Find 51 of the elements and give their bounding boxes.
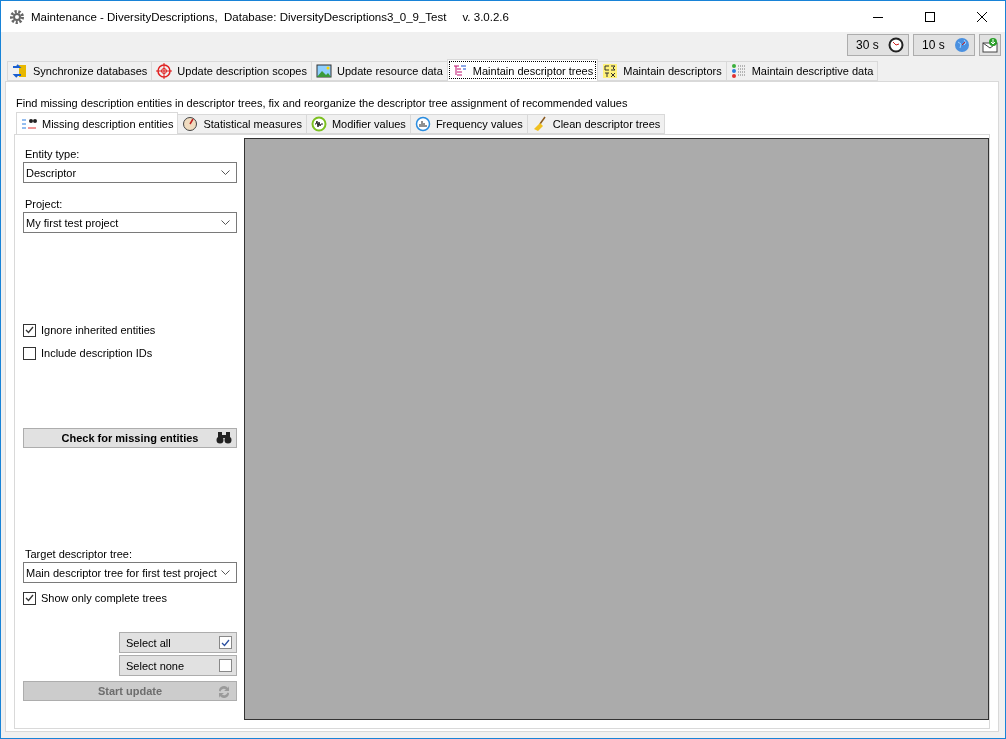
- tab[interactable]: Frequency values: [409, 114, 528, 134]
- tab[interactable]: Update description scopes: [151, 61, 312, 81]
- checkbox-label: Show only complete trees: [41, 592, 167, 604]
- description-text: Find missing description entities in descriptor trees, fix and reorganize the descriptor tree assignment of recommended values: [15, 96, 629, 111]
- field-label: Project:: [25, 198, 64, 210]
- clock-icon: [888, 36, 904, 53]
- mail-button[interactable]: [979, 33, 1001, 56]
- picture-icon: [316, 63, 332, 79]
- symbols-icon: [602, 63, 619, 79]
- check-button[interactable]: Check for missing entities: [23, 428, 237, 448]
- tab[interactable]: Clean descriptor trees: [526, 114, 666, 134]
- dropdown[interactable]: My first test project: [23, 212, 237, 233]
- version-text: v. 3.0.2.6: [462, 10, 509, 23]
- tab[interactable]: Update resource data: [311, 61, 448, 81]
- maximize-icon: [925, 11, 935, 22]
- chevron-down-icon: [221, 570, 230, 575]
- tab[interactable]: Synchronize databases: [7, 61, 153, 81]
- wave-icon: [310, 116, 327, 132]
- tab[interactable]: Modifier values: [305, 114, 411, 134]
- checkbox[interactable]: [23, 346, 36, 360]
- select-button[interactable]: Select none: [119, 655, 237, 676]
- tab[interactable]: Missing description entities: [16, 112, 179, 134]
- gear-icon: [9, 8, 25, 25]
- bar-chart-icon: [414, 116, 431, 132]
- chevron-down-icon: [221, 170, 230, 175]
- tree-icon: [451, 62, 468, 79]
- tab[interactable]: Maintain descriptors: [597, 61, 727, 81]
- checkbox[interactable]: [23, 591, 36, 605]
- target-icon: [156, 63, 173, 79]
- checkbox[interactable]: [23, 323, 36, 337]
- arrows-icon: [12, 63, 28, 79]
- select-button[interactable]: Select all: [119, 632, 237, 653]
- dropdown[interactable]: Main descriptor tree for first test project: [23, 562, 237, 583]
- tab[interactable]: Statistical measures: [177, 114, 307, 134]
- field-label: Target descriptor tree:: [25, 548, 133, 560]
- tab[interactable]: Maintain descriptor trees: [446, 59, 599, 81]
- list-icon: [730, 63, 747, 79]
- checkbox-label: Ignore inherited entities: [41, 324, 156, 336]
- timer-button[interactable]: 30 s: [847, 33, 909, 56]
- field-label: Entity type:: [25, 148, 81, 160]
- checkbox-label: Include description IDs: [41, 347, 153, 359]
- window-title: Maintenance - DiversityDescriptions, Database: DiversityDescriptions3_0_9_Test: [31, 10, 447, 23]
- close-icon: [977, 11, 987, 22]
- tab[interactable]: Maintain descriptive data: [725, 61, 879, 81]
- refresh-icon: [216, 684, 232, 700]
- globe-icon: [954, 36, 970, 53]
- chevron-down-icon: [221, 220, 230, 225]
- binoculars-icon: [216, 431, 232, 445]
- gauge-icon: [182, 116, 199, 132]
- dropdown[interactable]: Descriptor: [23, 162, 237, 183]
- timer-button[interactable]: 10 s: [913, 33, 975, 56]
